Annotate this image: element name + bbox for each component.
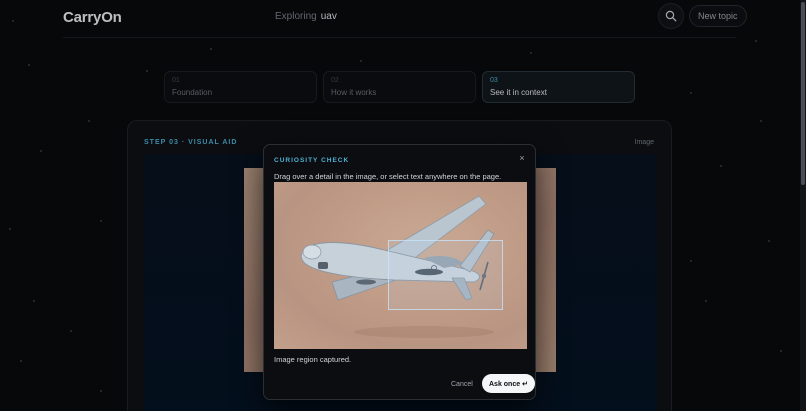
dialog-instructions: Drag over a detail in the image, or sele… bbox=[274, 172, 502, 181]
selectable-image[interactable] bbox=[274, 182, 527, 349]
selection-region[interactable] bbox=[388, 240, 503, 310]
curiosity-check-dialog: CURIOSITY CHECK × Drag over a detail in … bbox=[263, 144, 536, 400]
dialog-title: CURIOSITY CHECK bbox=[274, 157, 350, 164]
cancel-button[interactable]: Cancel bbox=[444, 376, 480, 393]
capture-status: Image region captured. bbox=[274, 355, 352, 364]
scrollbar-thumb[interactable] bbox=[801, 2, 805, 185]
ask-once-button[interactable]: Ask once ↵ bbox=[482, 374, 535, 393]
close-icon[interactable]: × bbox=[517, 153, 527, 163]
